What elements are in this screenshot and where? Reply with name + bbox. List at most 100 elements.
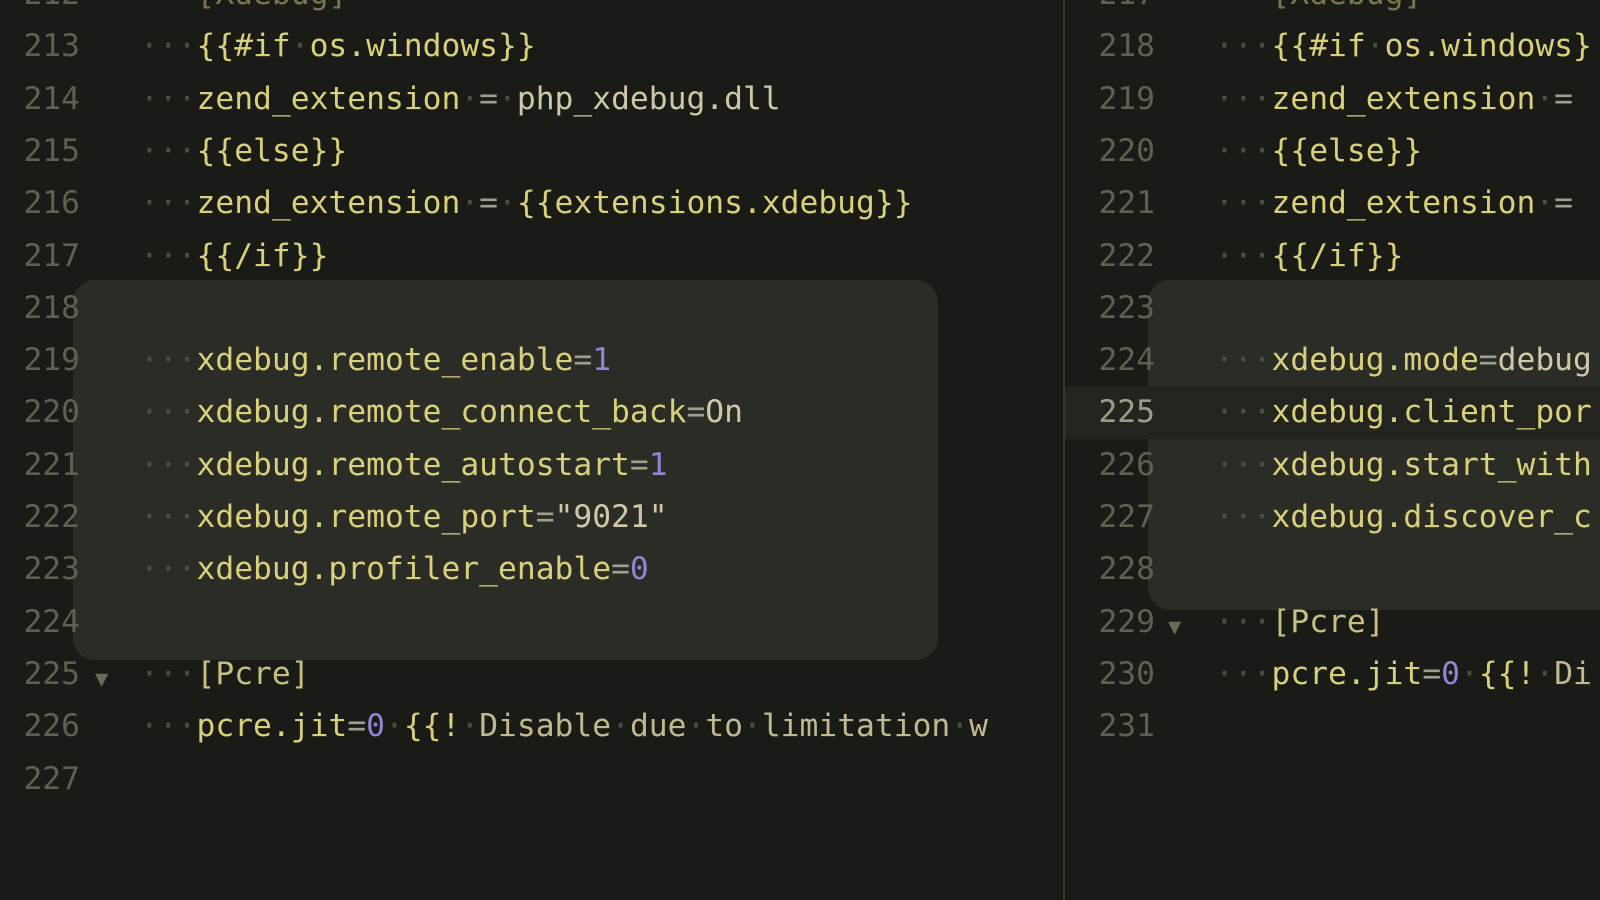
- whitespace: ···: [140, 708, 197, 744]
- token-op: =: [347, 708, 366, 744]
- code-line[interactable]: ···zend_extension·=: [1215, 177, 1573, 229]
- whitespace: ···: [140, 0, 197, 12]
- code-line[interactable]: ···pcre.jit=0·{{!·Di: [1215, 648, 1592, 700]
- whitespace: ·: [686, 708, 705, 744]
- token-key: xdebug.remote_enable: [197, 342, 574, 378]
- token-sect: [Pcre]: [1272, 604, 1385, 640]
- token-op: =: [1422, 656, 1441, 692]
- code-line[interactable]: ···zend_extension·=·{{extensions.xdebug}…: [140, 177, 913, 229]
- line-number: 227: [1098, 491, 1155, 543]
- right-code[interactable]: ···[Xdebug]···{{#if·os.windows}···zend_e…: [1165, 0, 1600, 900]
- whitespace: ·: [743, 708, 762, 744]
- token-key: {{extensions.xdebug}}: [517, 185, 913, 221]
- token-op: =: [1554, 81, 1573, 117]
- code-line[interactable]: ···zend_extension·=: [1215, 73, 1573, 125]
- left-pane[interactable]: 2122132142152162172182192202212222232242…: [0, 0, 1063, 900]
- whitespace: ···: [1215, 394, 1272, 430]
- token-plain: Di: [1554, 656, 1592, 692]
- code-line[interactable]: ···{{/if}}: [140, 230, 328, 282]
- left-code[interactable]: ···[Xdebug]···{{#if·os.windows}}···zend_…: [90, 0, 1063, 900]
- token-key: xdebug.remote_connect_back: [197, 394, 687, 430]
- code-line[interactable]: ···xdebug.discover_c: [1215, 491, 1592, 543]
- token-op: =: [479, 81, 498, 117]
- token-key: pcre.jit: [197, 708, 348, 744]
- line-number: 226: [23, 700, 80, 752]
- whitespace: ···: [140, 28, 197, 64]
- line-number: 217: [23, 230, 80, 282]
- code-line[interactable]: ···pcre.jit=0·{{!·Disable·due·to·limitat…: [140, 700, 988, 752]
- code-line[interactable]: ···{{else}}: [140, 125, 347, 177]
- code-line[interactable]: ···xdebug.remote_enable=1: [140, 334, 611, 386]
- token-key: os.windows}}: [310, 28, 536, 64]
- token-key: zend_extension: [197, 81, 461, 117]
- line-number: 228: [1098, 543, 1155, 595]
- whitespace: ···: [1215, 499, 1272, 535]
- code-line[interactable]: ···zend_extension·=·php_xdebug.dll: [140, 73, 781, 125]
- whitespace: ·: [1535, 81, 1554, 117]
- code-line[interactable]: ···xdebug.profiler_enable=0: [140, 543, 649, 595]
- token-plain: Disable: [479, 708, 611, 744]
- line-number: 224: [23, 596, 80, 648]
- diff-viewer[interactable]: 2122132142152162172182192202212222232242…: [0, 0, 1600, 900]
- whitespace: ···: [1215, 81, 1272, 117]
- whitespace: ···: [1215, 28, 1272, 64]
- whitespace: ·: [460, 81, 479, 117]
- token-op: =: [1554, 185, 1573, 221]
- line-number: 225: [1098, 386, 1155, 438]
- code-line[interactable]: ···xdebug.client_por: [1215, 386, 1592, 438]
- line-number: 223: [23, 543, 80, 595]
- line-number: 218: [23, 282, 80, 334]
- code-line[interactable]: ···xdebug.remote_autostart=1: [140, 439, 668, 491]
- whitespace: ·: [291, 28, 310, 64]
- token-sect: [Pcre]: [197, 656, 310, 692]
- token-key: xdebug.start_with: [1272, 447, 1592, 483]
- token-key: xdebug.remote_port: [197, 499, 536, 535]
- code-line[interactable]: ···xdebug.remote_port="9021": [140, 491, 668, 543]
- token-num: 1: [649, 447, 668, 483]
- token-key: {{/if}}: [197, 238, 329, 274]
- token-key: zend_extension: [197, 185, 461, 221]
- whitespace: ·: [498, 81, 517, 117]
- token-key: pcre.jit: [1272, 656, 1423, 692]
- token-key: xdebug.remote_autostart: [197, 447, 630, 483]
- code-line[interactable]: ···[Pcre]: [140, 648, 310, 700]
- code-line[interactable]: ···[Xdebug]: [140, 0, 347, 20]
- token-str: On: [705, 394, 743, 430]
- whitespace: ···: [1215, 604, 1272, 640]
- token-plain: due: [630, 708, 687, 744]
- code-line[interactable]: ···{{else}}: [1215, 125, 1422, 177]
- code-line[interactable]: ···{{#if·os.windows}: [1215, 20, 1592, 72]
- token-key: {{else}}: [1272, 133, 1423, 169]
- code-line[interactable]: ···xdebug.start_with: [1215, 439, 1592, 491]
- whitespace: ·: [1535, 185, 1554, 221]
- right-gutter: 2172182192202212222232242252262272282292…: [1065, 0, 1165, 900]
- token-key: {{!: [404, 708, 461, 744]
- whitespace: ·: [1460, 656, 1479, 692]
- token-num: 0: [366, 708, 385, 744]
- code-line[interactable]: ···{{#if·os.windows}}: [140, 20, 536, 72]
- whitespace: ···: [1215, 0, 1272, 12]
- code-line[interactable]: ···[Xdebug]: [1215, 0, 1422, 20]
- line-number: 230: [1098, 648, 1155, 700]
- whitespace: ·: [385, 708, 404, 744]
- whitespace: ·: [950, 708, 969, 744]
- right-pane[interactable]: 2172182192202212222232242252262272282292…: [1065, 0, 1600, 900]
- token-key: xdebug.client_por: [1272, 394, 1592, 430]
- token-str: php_xdebug.dll: [517, 81, 781, 117]
- token-key: {{else}}: [197, 133, 348, 169]
- line-number: 222: [23, 491, 80, 543]
- line-number: 212: [23, 0, 80, 20]
- token-key: xdebug.mode: [1272, 342, 1479, 378]
- code-line[interactable]: ···xdebug.remote_connect_back=On: [140, 386, 743, 438]
- token-sect: [Xdebug]: [197, 0, 348, 12]
- whitespace: ·: [460, 185, 479, 221]
- code-line[interactable]: ···[Pcre]: [1215, 596, 1385, 648]
- code-line[interactable]: ···xdebug.mode=debug: [1215, 334, 1592, 386]
- token-op: =: [536, 499, 555, 535]
- code-line[interactable]: ···{{/if}}: [1215, 230, 1403, 282]
- line-number: 231: [1098, 700, 1155, 752]
- line-number: 221: [23, 439, 80, 491]
- whitespace: ···: [140, 499, 197, 535]
- token-op: =: [479, 185, 498, 221]
- line-number: 220: [23, 386, 80, 438]
